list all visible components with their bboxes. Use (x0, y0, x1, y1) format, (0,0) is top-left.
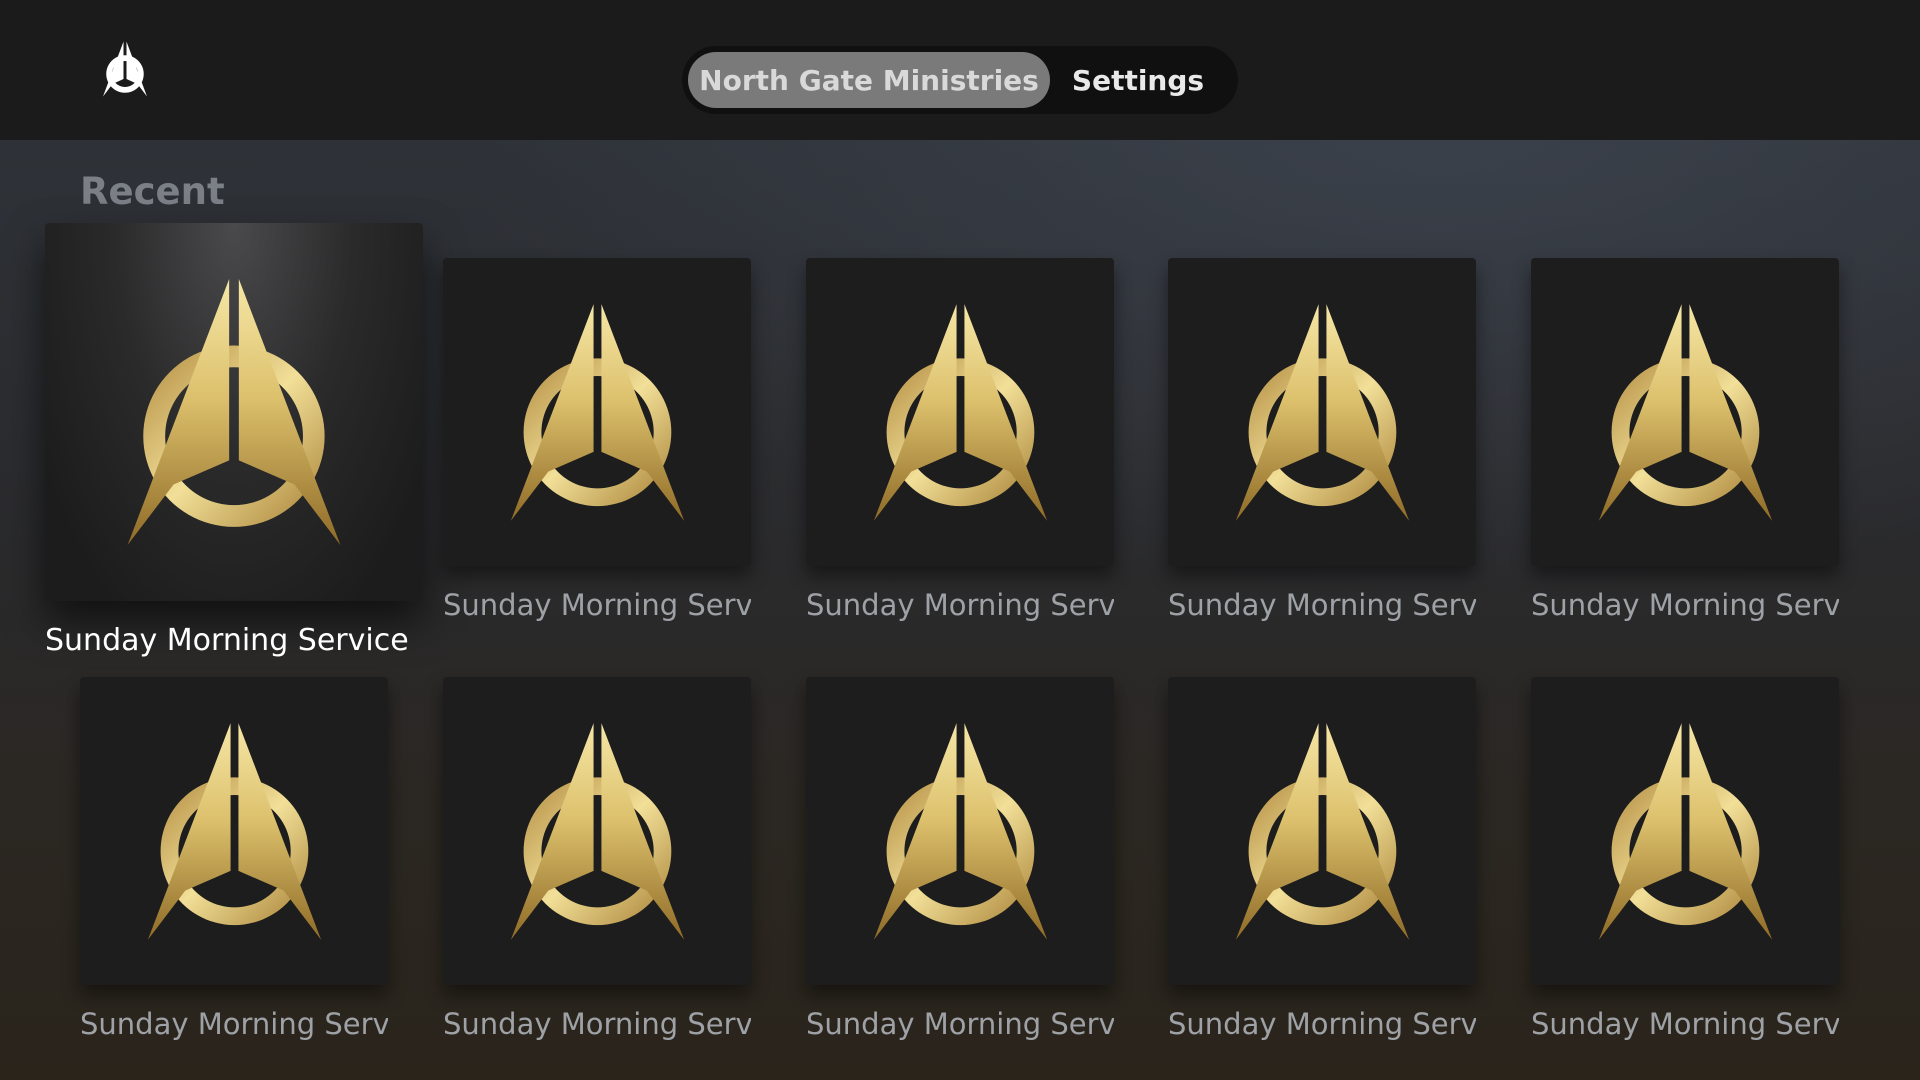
media-title: Sunday Morning Service (1531, 1007, 1839, 1041)
thumbnail (1168, 677, 1476, 985)
compass-logo-icon (499, 723, 696, 940)
media-title: Sunday Morning Service (443, 588, 751, 622)
media-title: Sunday Morning Service (443, 1007, 751, 1041)
thumbnail (1531, 677, 1839, 985)
compass-logo-icon (1587, 304, 1784, 521)
media-card[interactable]: Sunday Morning Service (45, 223, 423, 663)
media-title: Sunday Morning Service (806, 588, 1114, 622)
media-card[interactable]: Sunday Morning Service (1531, 258, 1839, 628)
media-title: Sunday Morning Service (45, 623, 409, 658)
compass-logo-icon (499, 304, 696, 521)
media-card[interactable]: Sunday Morning Service (443, 677, 751, 1047)
media-card[interactable]: Sunday Morning Service (443, 258, 751, 628)
media-title: Sunday Morning Service (1168, 1007, 1476, 1041)
tab-settings[interactable]: Settings (1050, 52, 1226, 108)
compass-logo-icon (136, 723, 333, 940)
compass-logo-icon (100, 40, 150, 98)
media-card[interactable]: Sunday Morning Service (806, 677, 1114, 1047)
compass-logo-icon (1224, 304, 1421, 521)
media-card[interactable]: Sunday Morning Service (806, 258, 1114, 628)
compass-logo-icon (1224, 723, 1421, 940)
tab-bar: North Gate Ministries Settings (682, 46, 1238, 114)
media-card[interactable]: Sunday Morning Service (80, 677, 388, 1047)
thumbnail (443, 677, 751, 985)
media-card[interactable]: Sunday Morning Service (1168, 677, 1476, 1047)
thumbnail (806, 258, 1114, 566)
media-title: Sunday Morning Service (806, 1007, 1114, 1041)
compass-logo-icon (1587, 723, 1784, 940)
thumbnail (45, 223, 423, 601)
media-title: Sunday Morning Service (80, 1007, 388, 1041)
thumbnail (806, 677, 1114, 985)
thumbnail (1531, 258, 1839, 566)
media-card[interactable]: Sunday Morning Service (1531, 677, 1839, 1047)
section-title-recent: Recent (80, 170, 225, 213)
thumbnail (80, 677, 388, 985)
media-card[interactable]: Sunday Morning Service (1168, 258, 1476, 628)
thumbnail (1168, 258, 1476, 566)
top-bar: North Gate Ministries Settings (0, 0, 1920, 140)
media-title: Sunday Morning Service (1531, 588, 1839, 622)
compass-logo-icon (862, 723, 1059, 940)
thumbnail (443, 258, 751, 566)
media-title: Sunday Morning Service (1168, 588, 1476, 622)
compass-logo-icon (113, 279, 355, 545)
tab-north-gate-ministries[interactable]: North Gate Ministries (688, 52, 1050, 108)
compass-logo-icon (862, 304, 1059, 521)
